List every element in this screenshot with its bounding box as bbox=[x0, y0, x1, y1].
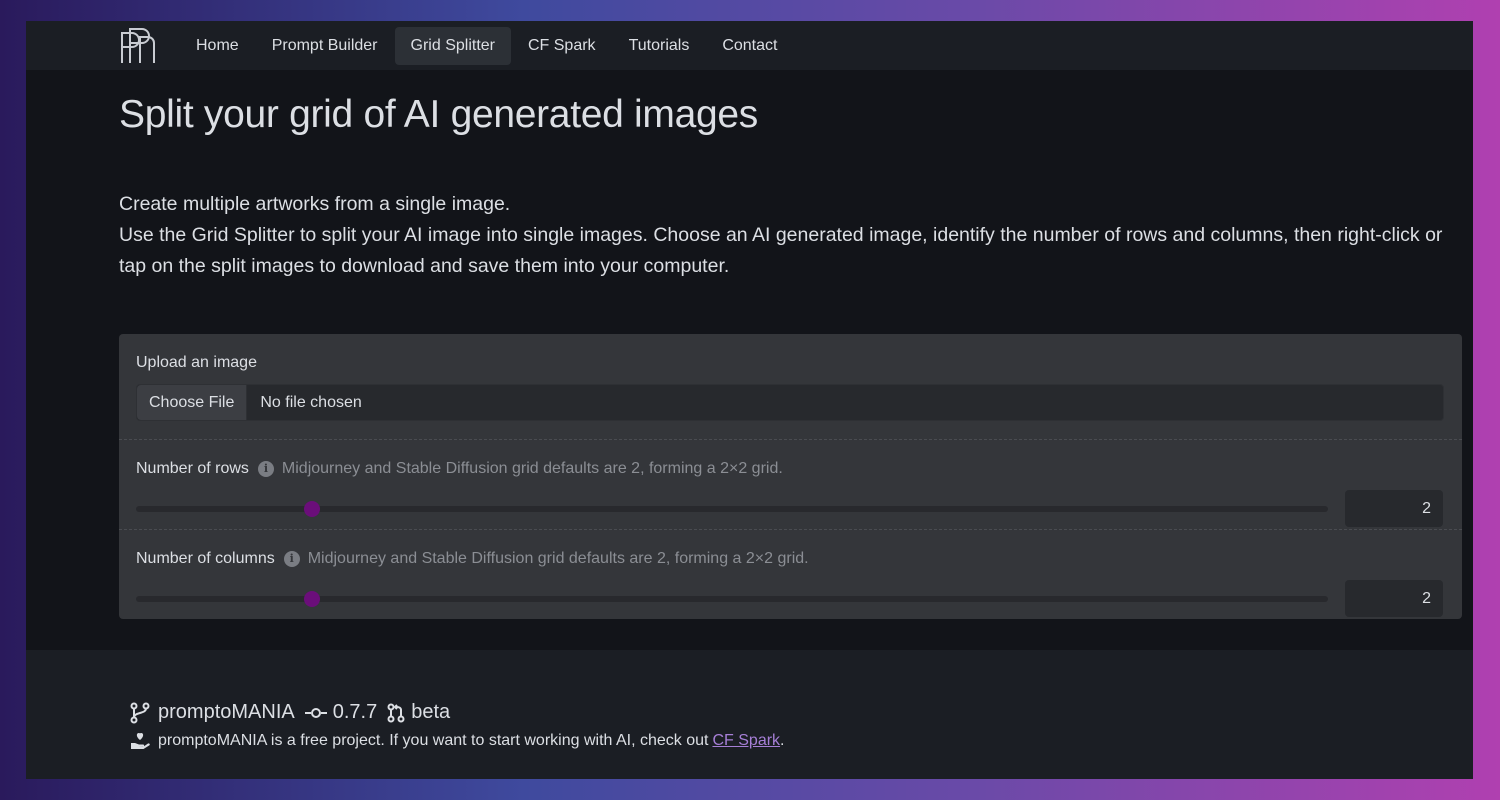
info-icon[interactable]: i bbox=[283, 551, 300, 567]
file-input[interactable]: Choose File No file chosen bbox=[136, 384, 1444, 421]
columns-section: Number of columns i Midjourney and Stabl… bbox=[119, 529, 1462, 619]
nav-tutorials[interactable]: Tutorials bbox=[613, 27, 706, 65]
footer-note-end: . bbox=[780, 732, 785, 749]
git-commit-icon bbox=[304, 707, 327, 719]
columns-label: Number of columns bbox=[136, 550, 275, 567]
choose-file-button[interactable]: Choose File bbox=[137, 385, 248, 420]
footer-project-name: promptoMANIA bbox=[158, 701, 295, 723]
browser-window: Home Prompt Builder Grid Splitter CF Spa… bbox=[26, 21, 1473, 779]
splitter-panel: Upload an image Choose File No file chos… bbox=[119, 334, 1462, 619]
rows-section: Number of rows i Midjourney and Stable D… bbox=[119, 439, 1462, 529]
intro-line-1: Create multiple artworks from a single i… bbox=[119, 193, 511, 215]
main-content: Split your grid of AI generated images C… bbox=[26, 93, 1473, 619]
columns-hint: Midjourney and Stable Diffusion grid def… bbox=[307, 550, 809, 567]
upload-section: Upload an image Choose File No file chos… bbox=[119, 334, 1462, 439]
nav-home[interactable]: Home bbox=[180, 27, 255, 65]
columns-slider[interactable] bbox=[136, 590, 1328, 607]
hand-heart-icon bbox=[130, 732, 150, 750]
cf-spark-link[interactable]: CF Spark bbox=[712, 732, 780, 750]
rows-slider-thumb[interactable] bbox=[304, 500, 321, 517]
nav-prompt-builder[interactable]: Prompt Builder bbox=[256, 27, 394, 65]
rows-hint: Midjourney and Stable Diffusion grid def… bbox=[281, 460, 783, 477]
nav-cf-spark[interactable]: CF Spark bbox=[512, 27, 612, 65]
footer: promptoMANIA 0.7.7 beta promptoMANIA is … bbox=[26, 650, 1473, 779]
intro-text: Create multiple artworks from a single i… bbox=[119, 189, 1462, 282]
footer-version: 0.7.7 bbox=[332, 701, 378, 723]
file-status: No file chosen bbox=[260, 394, 362, 411]
nav-grid-splitter[interactable]: Grid Splitter bbox=[394, 26, 511, 65]
upload-label: Upload an image bbox=[136, 354, 257, 371]
git-branch-icon bbox=[130, 702, 150, 724]
page-title: Split your grid of AI generated images bbox=[119, 93, 758, 136]
intro-line-2: Use the Grid Splitter to split your AI i… bbox=[119, 224, 1443, 277]
rows-slider[interactable] bbox=[136, 500, 1328, 517]
promptomania-logo[interactable] bbox=[118, 26, 158, 66]
rows-label: Number of rows bbox=[136, 460, 249, 477]
git-pull-request-icon bbox=[387, 703, 405, 723]
nav-contact[interactable]: Contact bbox=[706, 27, 793, 65]
navbar: Home Prompt Builder Grid Splitter CF Spa… bbox=[26, 21, 1473, 70]
info-icon[interactable]: i bbox=[257, 461, 274, 477]
footer-note: promptoMANIA is a free project. If you w… bbox=[158, 732, 709, 749]
columns-slider-thumb[interactable] bbox=[304, 590, 321, 607]
rows-number-input[interactable]: 2 bbox=[1345, 490, 1443, 527]
columns-number-input[interactable]: 2 bbox=[1345, 580, 1443, 617]
footer-channel: beta bbox=[411, 701, 451, 723]
